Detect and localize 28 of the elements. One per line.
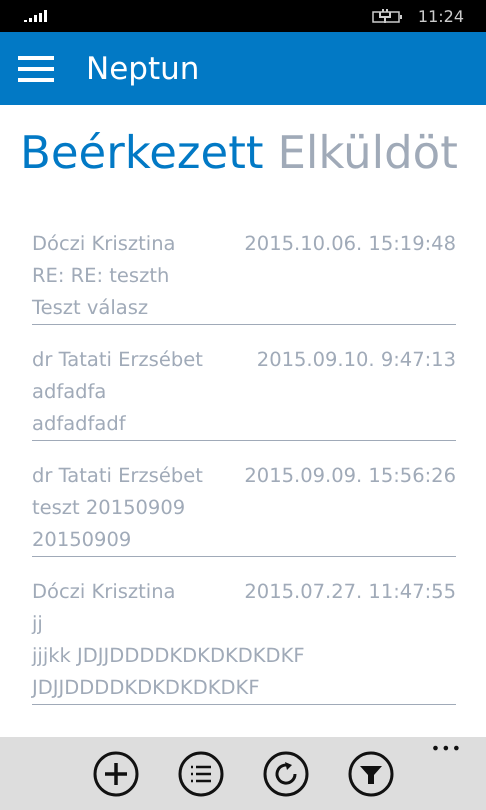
more-button[interactable]: •••: [430, 739, 462, 758]
message-subject: teszt 20150909: [32, 495, 186, 521]
message-date: 2015.09.09. 15:56:26: [244, 463, 456, 489]
message-preview: 20150909: [32, 527, 132, 553]
sender-name: Dóczi Krisztina: [32, 231, 176, 257]
sender-name: Dóczi Krisztina: [32, 579, 176, 605]
message-date: 2015.07.27. 11:47:55: [244, 579, 456, 605]
message-date: 2015.10.06. 15:19:48: [244, 231, 456, 257]
app-title: Neptun: [86, 50, 200, 86]
pivot-tab[interactable]: Beérkezett: [20, 125, 264, 181]
pivot-tab[interactable]: Elküldöt: [277, 125, 458, 181]
message-preview: JDJJDDDDKDKDKDKDKF: [32, 675, 260, 701]
clock: 11:24: [418, 6, 464, 26]
list-button[interactable]: [178, 751, 224, 797]
add-button[interactable]: [92, 751, 138, 797]
message-date: 2015.09.10. 9:47:13: [256, 347, 456, 373]
refresh-button[interactable]: [262, 751, 308, 797]
menu-button[interactable]: [18, 56, 54, 82]
message-subject: RE: RE: teszth: [32, 263, 170, 289]
filter-button[interactable]: [348, 751, 394, 797]
battery-charging-icon: [372, 9, 404, 23]
message-preview: adfadfadf: [32, 411, 126, 437]
sender-name: dr Tatati Erzsébet: [32, 347, 203, 373]
message-subject: jj: [32, 611, 43, 637]
message-preview: Teszt válasz: [32, 295, 148, 321]
message-preview: jjjkk JDJJDDDDKDKDKDKDKF: [32, 643, 305, 669]
message-subject: adfadfa: [32, 379, 106, 405]
sender-name: dr Tatati Erzsébet: [32, 463, 203, 489]
